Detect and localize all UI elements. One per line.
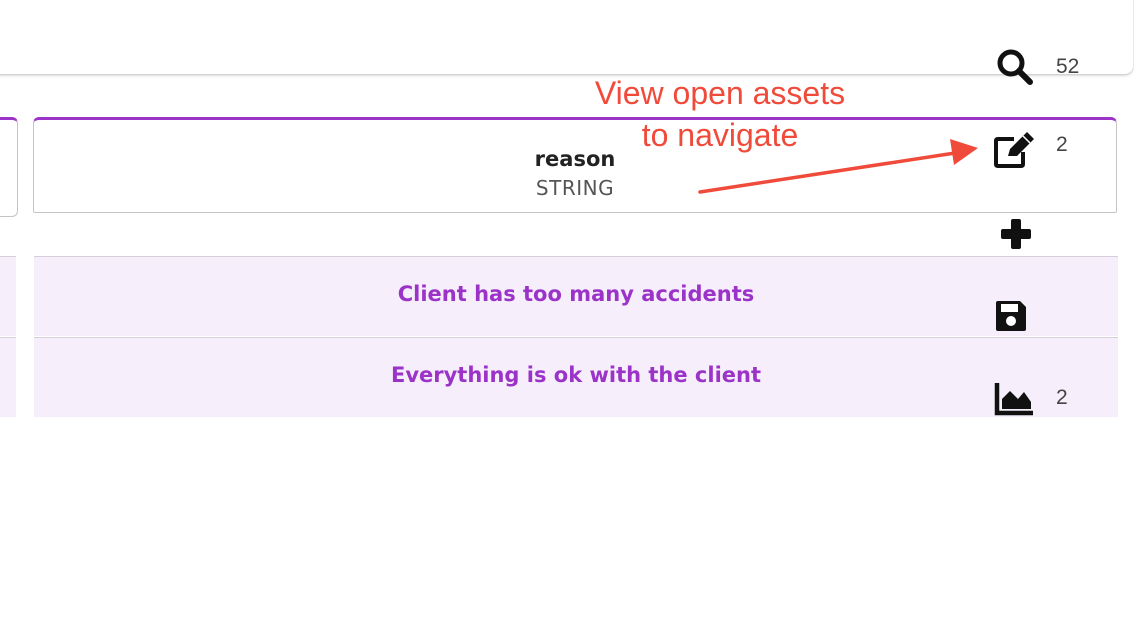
search-button[interactable] <box>993 45 1037 89</box>
workspace: reason STRING Client has too many accide… <box>0 0 1134 638</box>
cell-value: Client has too many accidents <box>397 282 755 306</box>
search-count: 52 <box>1056 55 1080 78</box>
annotation-text: View open assets to navigate <box>560 72 880 156</box>
table-row-left-2[interactable] <box>0 337 16 417</box>
previous-column-header[interactable] <box>0 117 18 217</box>
table-row-left-1[interactable] <box>0 256 16 336</box>
search-icon <box>997 49 1033 85</box>
add-button[interactable] <box>994 212 1038 256</box>
cell-value: Everything is ok with the client <box>390 363 762 387</box>
area-chart-icon <box>994 383 1033 416</box>
edit-count: 2 <box>1056 133 1068 156</box>
chart-count: 2 <box>1056 386 1068 409</box>
edit-button[interactable] <box>992 128 1036 172</box>
table-row[interactable]: Everything is ok with the client <box>34 337 1118 417</box>
save-icon <box>996 301 1026 331</box>
save-button[interactable] <box>989 294 1033 338</box>
top-bar <box>0 0 1133 74</box>
annotation-line-2: to navigate <box>641 117 799 153</box>
edit-icon <box>994 132 1034 168</box>
annotation-line-1: View open assets <box>594 75 846 111</box>
column-type: STRING <box>535 176 615 200</box>
chart-button[interactable] <box>992 376 1036 420</box>
table-row[interactable]: Client has too many accidents <box>34 256 1118 336</box>
plus-icon <box>1001 219 1031 249</box>
